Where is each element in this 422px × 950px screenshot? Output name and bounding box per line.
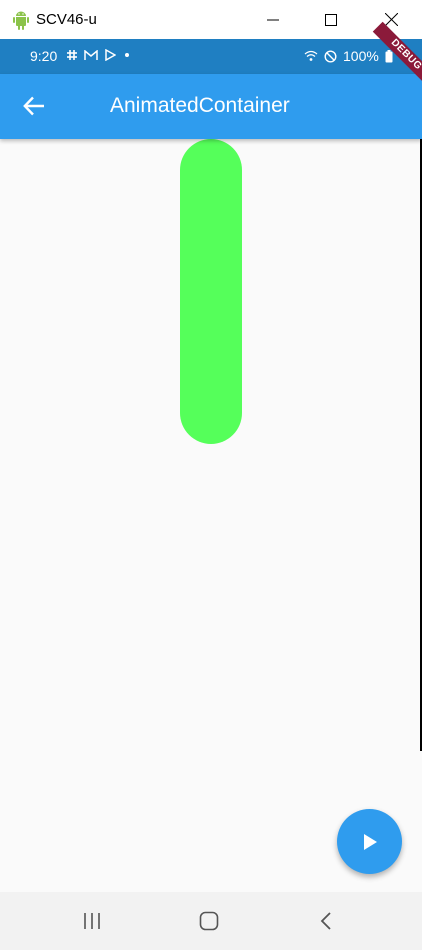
- maximize-icon: [325, 13, 337, 26]
- window-title: SCV46-u: [36, 11, 97, 28]
- animated-container: [180, 139, 242, 444]
- wifi-icon: [304, 50, 318, 61]
- recents-button[interactable]: [72, 906, 112, 936]
- battery-percent: 100%: [343, 48, 379, 64]
- maximize-button[interactable]: [302, 0, 360, 39]
- window-titlebar[interactable]: SCV46-u: [0, 0, 422, 39]
- back-icon: [320, 912, 331, 930]
- minimize-button[interactable]: [244, 0, 302, 39]
- dot-icon: [125, 53, 129, 57]
- emulator-window: SCV46-u 9:20 100% DEBUG AnimatedContaine…: [0, 0, 422, 950]
- recents-icon: [84, 913, 100, 929]
- status-time: 9:20: [30, 48, 58, 64]
- system-icons: 100%: [304, 48, 393, 64]
- minimize-icon: [267, 19, 279, 20]
- do-not-disturb-icon: [324, 49, 337, 63]
- status-bar: 9:20 100%: [0, 39, 422, 74]
- play-button[interactable]: [337, 809, 402, 874]
- app-bar: AnimatedContainer: [0, 74, 422, 139]
- android-icon: [13, 11, 29, 30]
- navigation-bar: [0, 892, 422, 950]
- home-button[interactable]: [189, 906, 229, 936]
- page-title: AnimatedContainer: [110, 94, 290, 117]
- close-icon: [384, 13, 398, 26]
- gmail-icon: [84, 49, 98, 60]
- play-store-icon: [105, 49, 116, 61]
- notification-icons: [66, 49, 132, 61]
- play-icon: [363, 833, 377, 850]
- arrow-back-icon: [23, 96, 44, 116]
- slack-icon: [67, 50, 77, 60]
- nav-back-button[interactable]: [306, 906, 346, 936]
- back-button[interactable]: [16, 88, 52, 124]
- home-icon: [199, 911, 219, 931]
